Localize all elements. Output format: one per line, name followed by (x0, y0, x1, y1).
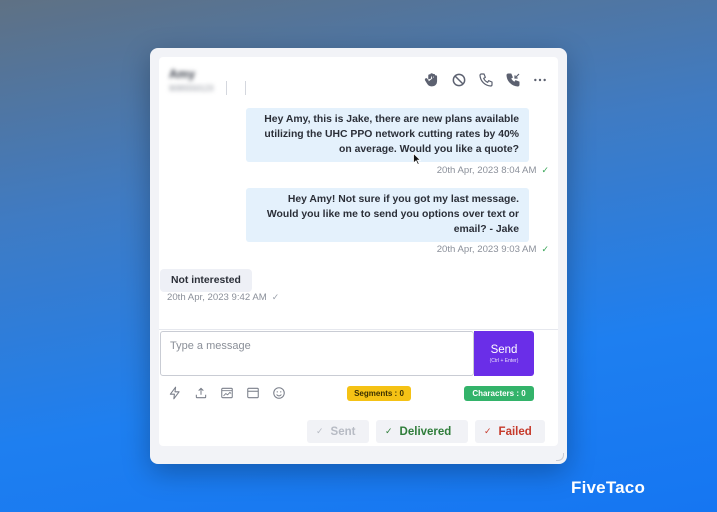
sent-filter-button[interactable]: ✓ Sent (307, 420, 369, 443)
block-icon[interactable] (450, 71, 467, 88)
characters-counter: Characters : 0 (464, 386, 534, 401)
message-input[interactable] (161, 332, 473, 375)
message-timestamp: 20th Apr, 2023 9:03 AM (436, 244, 537, 255)
composer-toolbar (167, 385, 287, 401)
image-icon[interactable] (219, 385, 235, 401)
delivered-check-icon: ✓ (541, 165, 549, 175)
delivered-filter-label: Delivered (399, 425, 452, 438)
failed-filter-button[interactable]: ✓ Failed (475, 420, 545, 443)
lightning-icon[interactable] (167, 385, 183, 401)
composer-divider (159, 329, 558, 330)
delivered-filter-button[interactable]: ✓ Delivered (376, 420, 468, 443)
contact-name: Amy (169, 67, 196, 81)
message-bubble-incoming: Not interested (160, 269, 252, 292)
message-meta: 20th Apr, 2023 9:03 AM ✓ (437, 244, 549, 255)
header-separator (226, 81, 227, 95)
conversation-header: Amy 9095550123 (159, 57, 558, 101)
message-bubble-outgoing: Hey Amy, this is Jake, there are new pla… (246, 108, 529, 162)
header-separator (245, 81, 246, 95)
resize-handle[interactable] (556, 453, 564, 461)
phone-icon[interactable] (477, 71, 494, 88)
mouse-cursor-icon (413, 153, 421, 165)
upload-icon[interactable] (193, 385, 209, 401)
message-timestamp: 20th Apr, 2023 8:04 AM (436, 165, 537, 176)
send-button[interactable]: Send (Ctrl + Enter) (474, 331, 534, 376)
sent-filter-label: Sent (330, 425, 356, 438)
failed-filter-label: Failed (498, 425, 532, 438)
send-shortcut-hint: (Ctrl + Enter) (489, 357, 519, 364)
contact-phone: 9095550123 (169, 84, 214, 93)
emoji-icon[interactable] (271, 385, 287, 401)
message-meta: 20th Apr, 2023 9:42 AM ✓ (167, 292, 279, 303)
delivered-check-icon: ✓ (541, 244, 549, 254)
more-icon[interactable] (531, 71, 548, 88)
send-button-label: Send (490, 343, 518, 356)
phone-callback-icon[interactable] (504, 71, 521, 88)
conversation-card: Amy 9095550123 Hey Amy, this is Jake, th… (150, 48, 567, 464)
brand-logo: FiveTaco (571, 478, 646, 497)
check-icon: ✓ (385, 426, 393, 436)
hand-stop-icon[interactable] (423, 71, 440, 88)
sent-check-icon: ✓ (271, 292, 280, 302)
status-filter-bar: ✓ Sent ✓ Delivered ✓ Failed (307, 420, 545, 443)
calendar-icon[interactable] (245, 385, 261, 401)
segments-counter: Segments : 0 (347, 386, 411, 401)
message-timestamp: 20th Apr, 2023 9:42 AM (167, 292, 267, 303)
message-list[interactable]: Hey Amy, this is Jake, there are new pla… (159, 101, 558, 329)
message-bubble-outgoing: Hey Amy! Not sure if you got my last mes… (246, 188, 529, 242)
message-meta: 20th Apr, 2023 8:04 AM ✓ (437, 165, 549, 176)
check-icon: ✓ (484, 426, 492, 436)
conversation-panel: Amy 9095550123 Hey Amy, this is Jake, th… (159, 57, 558, 446)
check-icon: ✓ (316, 426, 324, 436)
message-input-wrapper (160, 331, 474, 376)
header-actions (423, 71, 548, 88)
